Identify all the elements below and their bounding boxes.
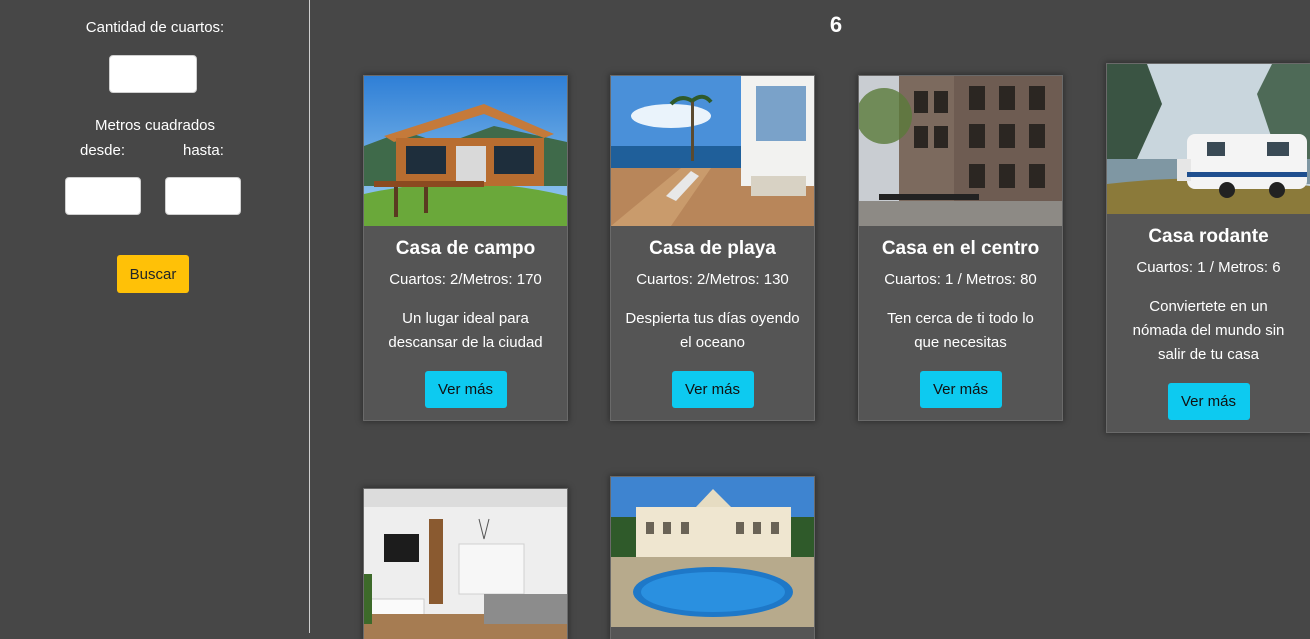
meters-label: Metros cuadrados bbox=[94, 117, 216, 134]
property-card bbox=[610, 476, 815, 639]
card-description: Conviertete en un nómada del mundo sin s… bbox=[1132, 298, 1285, 363]
search-button[interactable]: Buscar bbox=[117, 255, 189, 293]
property-card: Casa en el centro Cuartos: 1 / Metros: 8… bbox=[858, 75, 1063, 421]
mansion-image bbox=[611, 477, 814, 627]
apartment-image bbox=[364, 489, 567, 639]
see-more-button[interactable]: Ver más bbox=[671, 371, 754, 408]
to-label: hasta: bbox=[183, 142, 224, 159]
card-meta: Cuartos: 1 / Metros: 6 bbox=[1136, 259, 1281, 276]
country-house-image bbox=[364, 76, 567, 226]
card-meta: Cuartos: 2/Metros: 130 bbox=[636, 271, 789, 288]
card-description: Un lugar ideal para descansar de la ciud… bbox=[388, 310, 543, 351]
meters-to-input[interactable] bbox=[165, 177, 241, 215]
card-title: Casa de campo bbox=[395, 238, 536, 259]
rooms-input[interactable] bbox=[109, 55, 197, 93]
rooms-label: Cantidad de cuartos: bbox=[85, 19, 225, 36]
card-meta: Cuartos: 2/Metros: 170 bbox=[389, 271, 542, 288]
beach-house-image bbox=[611, 76, 814, 226]
property-card: Casa de playa Cuartos: 2/Metros: 130 Des… bbox=[610, 75, 815, 421]
property-card: Casa de campo Cuartos: 2/Metros: 170 Un … bbox=[363, 75, 568, 421]
meters-from-input[interactable] bbox=[65, 177, 141, 215]
results-count: 6 bbox=[829, 12, 843, 37]
from-label: desde: bbox=[80, 142, 126, 159]
card-description: Ten cerca de ti todo lo que necesitas bbox=[887, 310, 1034, 351]
city-house-image bbox=[859, 76, 1062, 226]
see-more-button[interactable]: Ver más bbox=[919, 371, 1002, 408]
card-title: Casa en el centro bbox=[881, 238, 1040, 259]
card-meta: Cuartos: 1 / Metros: 80 bbox=[884, 271, 1037, 288]
motorhome-image bbox=[1107, 64, 1310, 214]
see-more-button[interactable]: Ver más bbox=[1167, 383, 1250, 420]
filter-sidebar: Cantidad de cuartos: Metros cuadrados de… bbox=[0, 0, 310, 633]
card-title: Casa rodante bbox=[1148, 226, 1269, 247]
property-card bbox=[363, 488, 568, 639]
see-more-button[interactable]: Ver más bbox=[424, 371, 507, 408]
card-description: Despierta tus días oyendo el oceano bbox=[625, 310, 800, 351]
property-card: Casa rodante Cuartos: 1 / Metros: 6 Conv… bbox=[1106, 63, 1310, 433]
card-title: Casa de playa bbox=[649, 238, 776, 259]
